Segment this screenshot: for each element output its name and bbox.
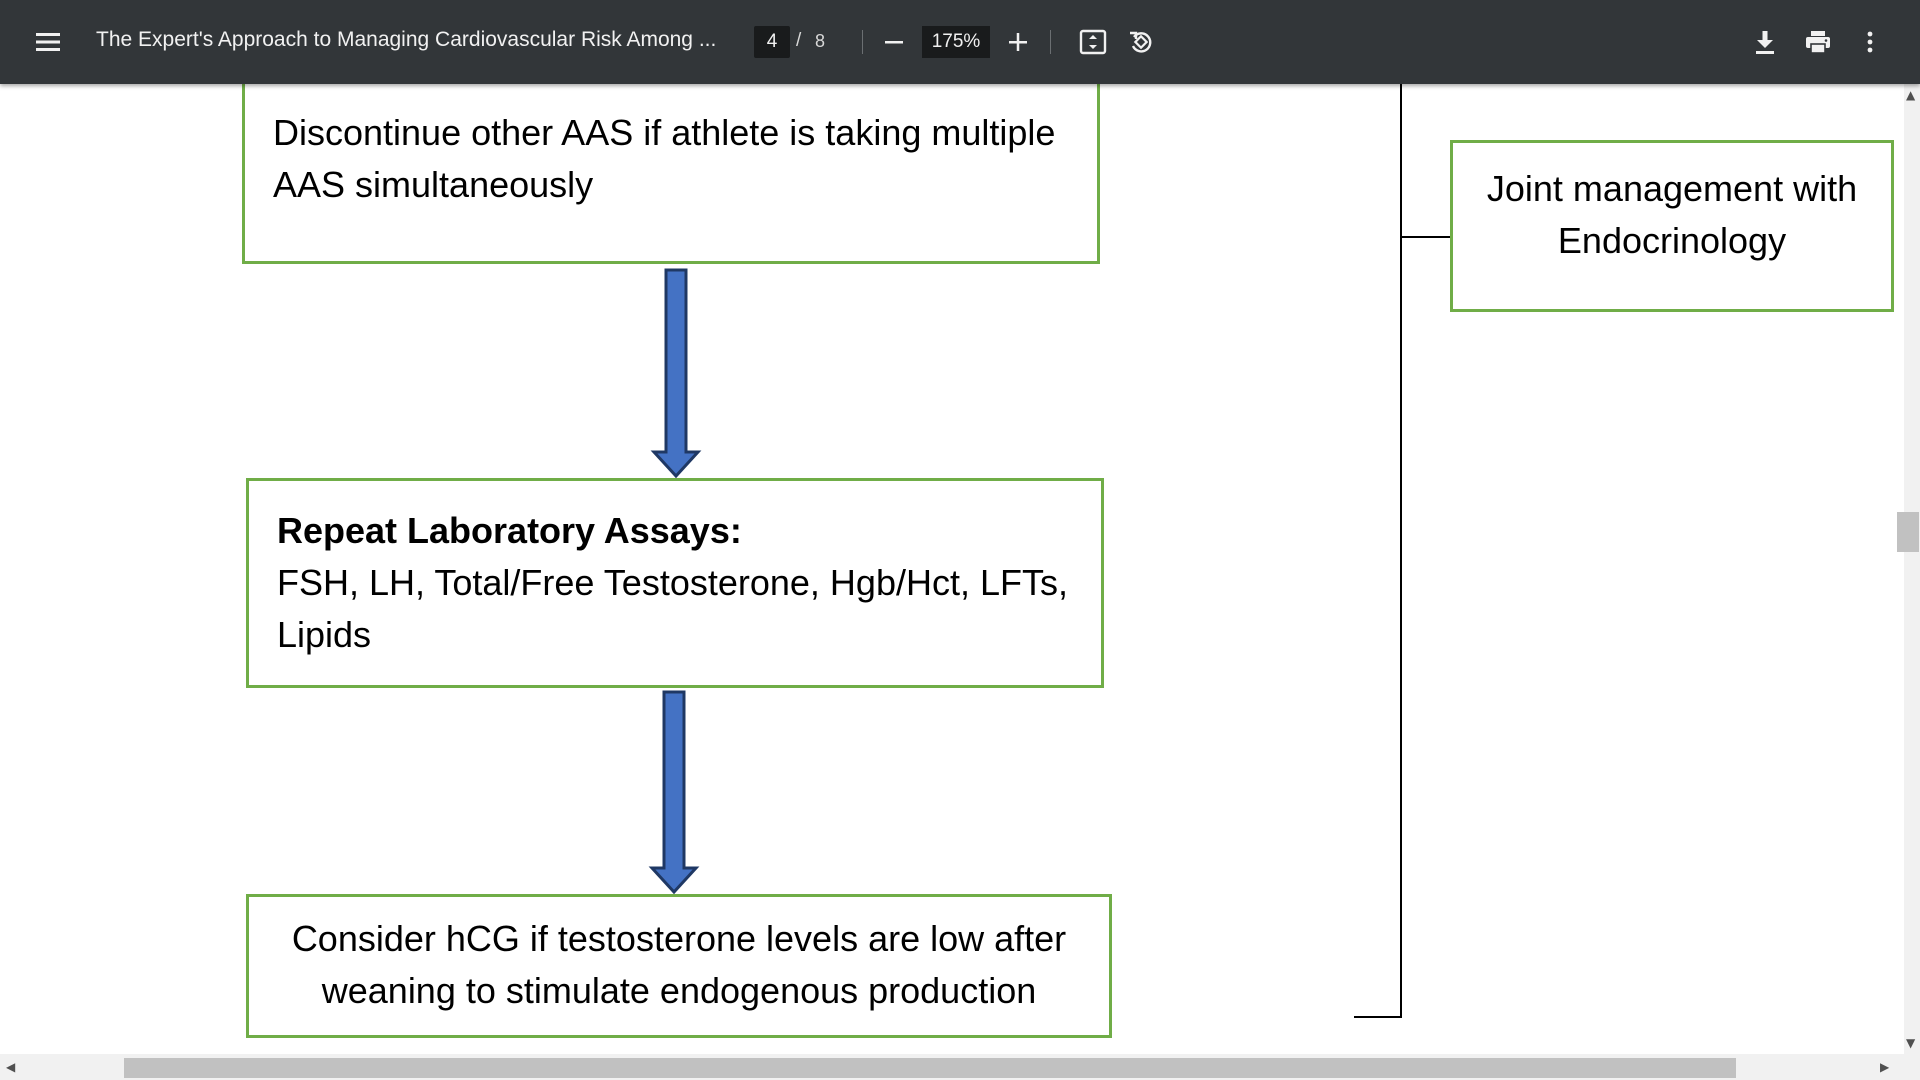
flowchart-box-discontinue-aas: Discontinue other AAS if athlete is taki…: [242, 84, 1100, 264]
rotate-button[interactable]: [1124, 24, 1158, 60]
scroll-up-icon[interactable]: ▲: [1906, 88, 1915, 102]
scroll-left-icon[interactable]: ◀: [6, 1060, 15, 1074]
toolbar-divider: [862, 30, 863, 54]
fit-page-icon: [1079, 29, 1107, 55]
print-icon: [1806, 31, 1830, 54]
connector-line-bottom: [1354, 1016, 1402, 1018]
rotate-icon: [1130, 31, 1152, 53]
toolbar-divider: [1050, 30, 1051, 54]
box-heading: Repeat Laboratory Assays:: [277, 510, 742, 551]
zoom-level-input[interactable]: 175%: [922, 26, 990, 58]
menu-icon: [36, 33, 60, 51]
scroll-right-icon[interactable]: ▶: [1880, 1060, 1889, 1074]
flowchart-box-consider-hcg: Consider hCG if testosterone levels are …: [246, 894, 1112, 1038]
scroll-down-icon[interactable]: ▼: [1906, 1036, 1915, 1050]
box-text: Consider hCG if testosterone levels are …: [291, 918, 1067, 1011]
download-button[interactable]: [1748, 24, 1782, 60]
zoom-out-button[interactable]: [878, 26, 910, 58]
flow-arrow-down: [650, 268, 702, 479]
zoom-in-button[interactable]: [1002, 26, 1034, 58]
box-text: Joint management with Endocrinology: [1486, 168, 1858, 261]
flowchart-box-repeat-lab-assays: Repeat Laboratory Assays: FSH, LH, Total…: [246, 478, 1104, 688]
page-separator: /: [796, 30, 802, 51]
pdf-toolbar: The Expert's Approach to Managing Cardio…: [0, 0, 1920, 84]
horizontal-scrollbar-thumb[interactable]: [124, 1058, 1736, 1078]
more-vert-icon: [1867, 31, 1873, 53]
print-button[interactable]: [1800, 24, 1836, 60]
connector-line-vertical: [1400, 84, 1402, 1018]
page-total: 8: [815, 31, 826, 51]
connector-line-branch: [1400, 236, 1452, 238]
document-title: The Expert's Approach to Managing Cardio…: [96, 28, 717, 51]
download-icon: [1756, 31, 1774, 54]
flowchart-box-endocrinology: Joint management with Endocrinology: [1450, 140, 1894, 312]
scrollbar-corner: [1904, 1054, 1920, 1080]
flow-arrow-down: [648, 690, 700, 895]
box-text: FSH, LH, Total/Free Testosterone, Hgb/Hc…: [277, 562, 1068, 655]
pdf-page-viewport[interactable]: Discontinue other AAS if athlete is taki…: [0, 84, 1904, 1054]
more-options-button[interactable]: [1858, 24, 1882, 60]
vertical-scrollbar-thumb[interactable]: [1897, 512, 1919, 552]
minus-icon: [885, 41, 903, 44]
box-text: Discontinue other AAS if athlete is taki…: [273, 112, 1056, 205]
page-number-input[interactable]: 4: [754, 26, 790, 58]
fit-page-button[interactable]: [1076, 24, 1110, 60]
menu-button[interactable]: [30, 22, 66, 62]
plus-icon: [1009, 33, 1027, 51]
vertical-scrollbar[interactable]: [1904, 84, 1920, 1054]
